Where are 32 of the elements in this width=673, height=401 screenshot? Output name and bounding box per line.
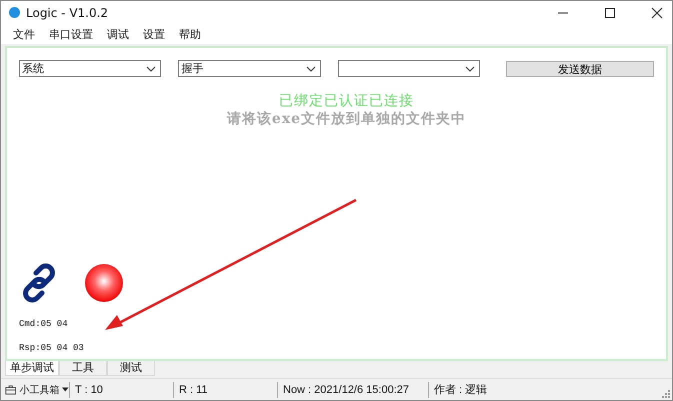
status-field: 作者 : 逻辑 bbox=[429, 382, 660, 398]
briefcase-icon bbox=[5, 384, 16, 396]
window-title: Logic - V1.0.2 bbox=[26, 6, 108, 20]
command-text: Cmd:05 04 bbox=[19, 319, 69, 329]
chevron-icon bbox=[465, 66, 476, 72]
caret-icon bbox=[62, 387, 69, 392]
toolbox-dropdown[interactable]: 小工具箱 bbox=[1, 382, 70, 398]
send-button[interactable]: 发送数据 bbox=[506, 60, 654, 76]
tab[interactable]: 工具 bbox=[59, 361, 107, 376]
dropdown[interactable] bbox=[338, 60, 480, 77]
maximize-icon[interactable] bbox=[604, 6, 616, 18]
tab[interactable]: 单步调试 bbox=[5, 361, 59, 376]
hint-text: 请将该exe文件放到单独的文件夹中 bbox=[226, 110, 468, 128]
menu-item[interactable]: 文件 bbox=[7, 26, 41, 42]
close-icon[interactable] bbox=[651, 6, 663, 18]
response-text: Rsp:05 04 03 bbox=[19, 343, 85, 353]
tab[interactable]: 测试 bbox=[107, 361, 155, 376]
status-field: T : 10 bbox=[70, 382, 174, 398]
menu-item[interactable]: 帮助 bbox=[173, 26, 207, 42]
chevron-icon bbox=[146, 66, 156, 72]
menu-item[interactable]: 调试 bbox=[101, 26, 135, 42]
menu-item[interactable]: 串口设置 bbox=[43, 26, 99, 42]
dropdown[interactable]: 系统 bbox=[19, 60, 162, 77]
status-field: Now : 2021/12/6 15:00:27 bbox=[278, 382, 429, 398]
status-light bbox=[85, 264, 123, 302]
chevron-icon bbox=[306, 66, 316, 72]
status-field: R : 11 bbox=[174, 382, 278, 398]
dropdown[interactable]: 握手 bbox=[178, 60, 321, 77]
connection-status: 已绑定已认证已连接 bbox=[278, 92, 415, 110]
app-icon bbox=[9, 7, 20, 18]
menu-item[interactable]: 设置 bbox=[137, 26, 171, 42]
resize-grip-icon[interactable] bbox=[660, 388, 670, 398]
